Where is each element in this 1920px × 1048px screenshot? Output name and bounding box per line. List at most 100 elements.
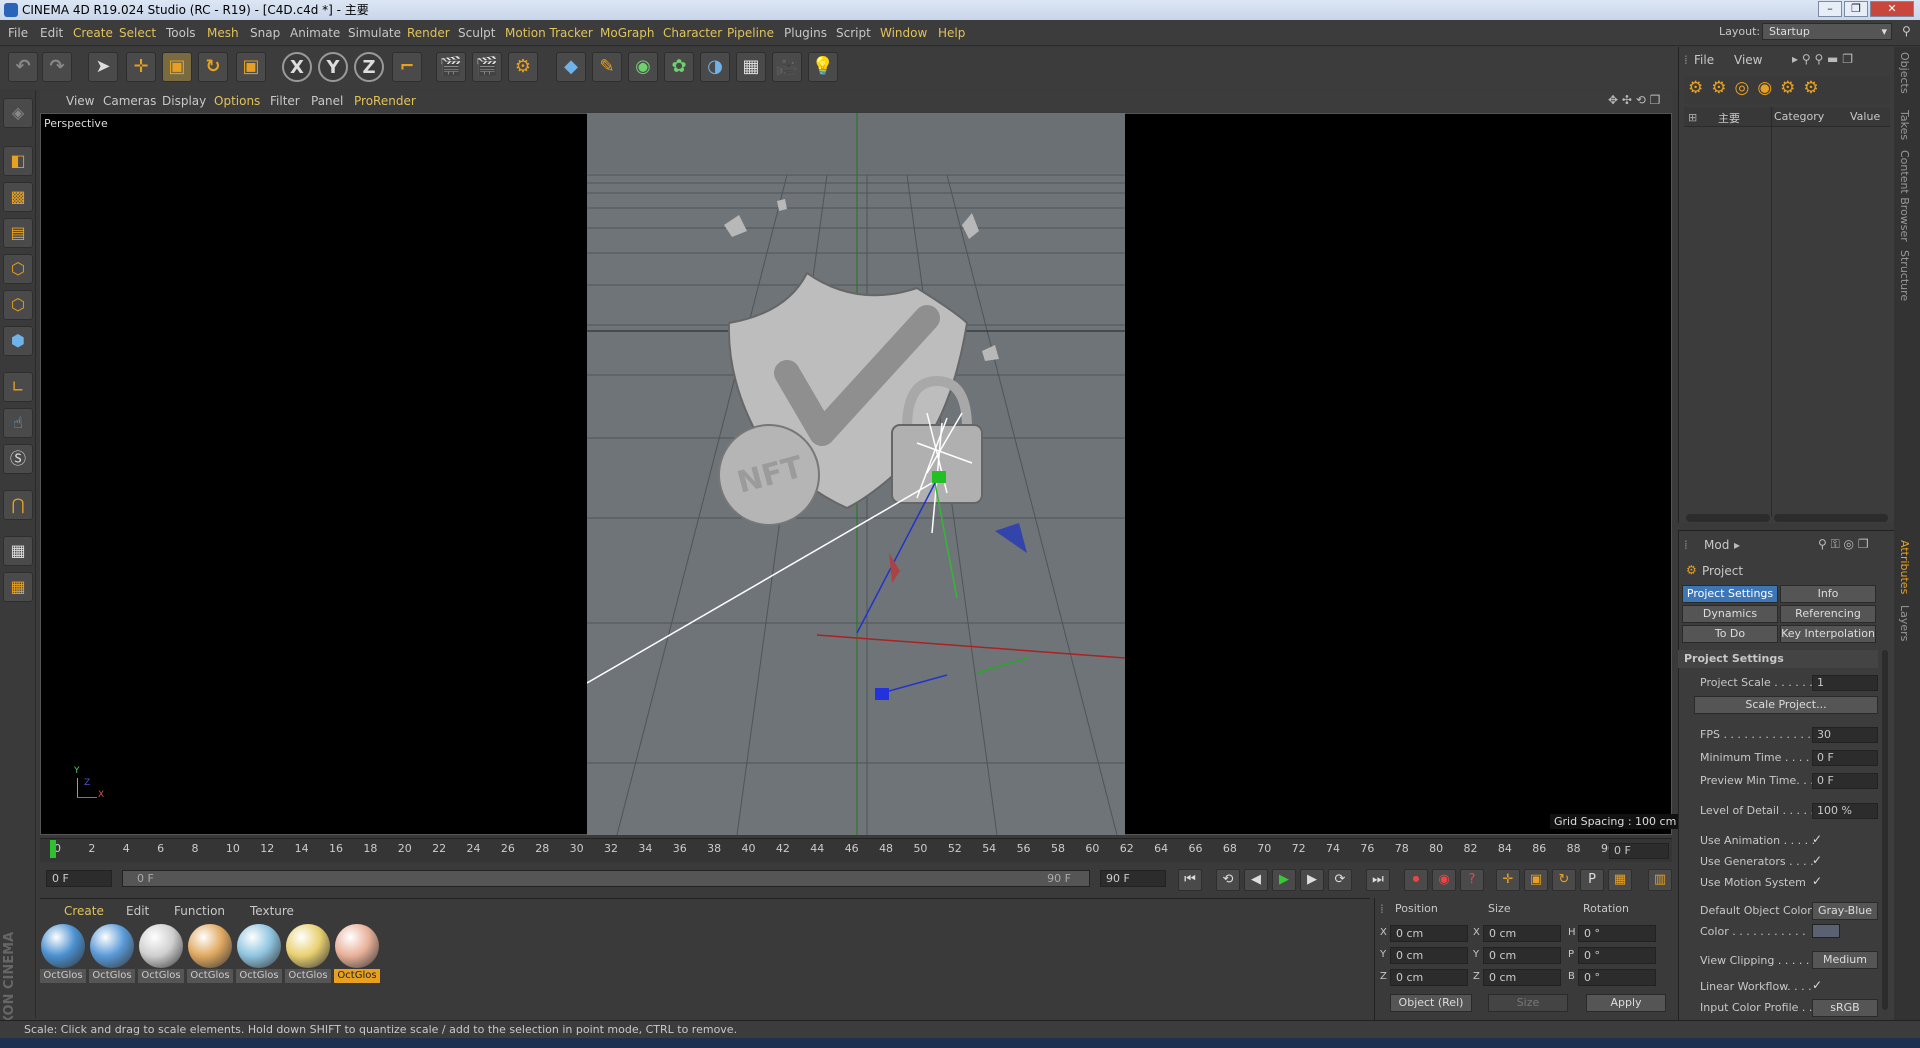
right-tab-takes[interactable]: Takes	[1898, 110, 1911, 140]
menu-character[interactable]: Character	[663, 26, 722, 40]
timeline-window-icon[interactable]: ▥	[1648, 869, 1672, 891]
scene-render-area[interactable]: NFT	[587, 113, 1125, 835]
fps-field[interactable]: 30	[1812, 727, 1878, 743]
menu-script[interactable]: Script	[836, 26, 871, 40]
menu-window[interactable]: Window	[880, 26, 927, 40]
use-motion-checkbox[interactable]: ✓	[1812, 874, 1822, 888]
menu-file[interactable]: File	[8, 26, 28, 40]
obj-menu-view[interactable]: View	[1734, 53, 1762, 67]
go-to-end-icon[interactable]: ⏭	[1366, 869, 1390, 891]
menu-help[interactable]: Help	[938, 26, 965, 40]
coord-rot-field[interactable]: 0 °	[1578, 969, 1656, 986]
mograph-cloner-icon[interactable]: ✿	[664, 52, 694, 82]
redo-icon[interactable]: ↷	[42, 52, 72, 82]
material-menu-texture[interactable]: Texture	[250, 904, 294, 918]
viewport-menu-options[interactable]: Options	[214, 94, 260, 108]
coord-mode-dropdown[interactable]: Object (Rel)	[1390, 994, 1472, 1012]
search-icon[interactable]: ⚲	[1902, 24, 1911, 38]
coord-size-field[interactable]: 0 cm	[1483, 947, 1561, 964]
lod-field[interactable]: 100 %	[1812, 803, 1878, 819]
material-swatch[interactable]: OctGlos	[285, 924, 331, 984]
preview-min-field[interactable]: 0 F	[1812, 773, 1878, 789]
recent-tool-icon[interactable]: ▣	[236, 52, 266, 82]
key-rotation-icon[interactable]: ↻	[1552, 869, 1576, 891]
rotate-tool-icon[interactable]: ↻	[198, 52, 228, 82]
scale-project-button[interactable]: Scale Project...	[1694, 696, 1878, 714]
menu-select[interactable]: Select	[119, 26, 156, 40]
end-frame-field[interactable]: 90 F	[1100, 870, 1166, 887]
coord-rot-field[interactable]: 0 °	[1578, 947, 1656, 964]
material-swatch[interactable]: OctGlos	[334, 924, 380, 984]
viewport-menu-display[interactable]: Display	[162, 94, 206, 108]
viewport-menu-view[interactable]: View	[66, 94, 94, 108]
previous-key-icon[interactable]: ⟲	[1216, 869, 1240, 891]
key-scale-icon[interactable]: ▣	[1524, 869, 1548, 891]
material-swatch[interactable]: OctGlos	[40, 924, 86, 984]
axis-mode-icon[interactable]: ∟	[3, 372, 33, 402]
tweak-mode-icon[interactable]: ☝	[3, 408, 33, 438]
minimize-button[interactable]: –	[1818, 1, 1842, 17]
use-animation-checkbox[interactable]: ✓	[1812, 832, 1822, 846]
coord-pos-field[interactable]: 0 cm	[1390, 969, 1468, 986]
edges-mode-icon[interactable]: ⬡	[3, 290, 33, 320]
input-color-profile-dropdown[interactable]: sRGB	[1812, 999, 1878, 1017]
texture-mode-icon[interactable]: ▩	[3, 182, 33, 212]
viewport-menu-panel[interactable]: Panel	[311, 94, 343, 108]
material-menu-create[interactable]: Create	[64, 904, 104, 918]
snap-icon[interactable]: Ⓢ	[3, 444, 33, 474]
play-forward-icon[interactable]: ▶	[1272, 869, 1296, 891]
right-tab-content-browser[interactable]: Content Browser	[1898, 150, 1911, 242]
coord-size-field[interactable]: 0 cm	[1483, 969, 1561, 986]
record-keys-icon[interactable]: ⏺	[1404, 869, 1428, 891]
cube-object-icon[interactable]: ◆	[556, 52, 586, 82]
viewport-menu-prorender[interactable]: ProRender	[354, 94, 416, 108]
apply-button[interactable]: Apply	[1586, 994, 1666, 1012]
menu-pipeline[interactable]: Pipeline	[727, 26, 774, 40]
coord-size-field[interactable]: 0 cm	[1483, 925, 1561, 942]
render-settings-icon[interactable]: ⚙	[508, 52, 538, 82]
linear-workflow-checkbox[interactable]: ✓	[1812, 978, 1822, 992]
next-key-icon[interactable]: ⟳	[1328, 869, 1352, 891]
undo-icon[interactable]: ↶	[8, 52, 38, 82]
polygons-mode-icon[interactable]: ⬢	[3, 326, 33, 356]
view-clipping-dropdown[interactable]: Medium	[1812, 951, 1878, 969]
menu-animate[interactable]: Animate	[290, 26, 340, 40]
default-color-dropdown[interactable]: Gray-Blue	[1812, 902, 1878, 920]
select-cursor-icon[interactable]: ➤	[88, 52, 118, 82]
right-tab-objects[interactable]: Objects	[1898, 52, 1911, 94]
menu-motion-tracker[interactable]: Motion Tracker	[505, 26, 593, 40]
floor-icon[interactable]: ▦	[736, 52, 766, 82]
obj-root-label[interactable]: 主要	[1718, 110, 1740, 126]
go-to-start-icon[interactable]: ⏮	[1178, 869, 1202, 891]
menu-edit[interactable]: Edit	[40, 26, 63, 40]
coord-size-dropdown[interactable]: Size	[1488, 994, 1568, 1012]
camera-icon[interactable]: 🎥	[772, 52, 802, 82]
menu-mograph[interactable]: MoGraph	[600, 26, 655, 40]
deformer-icon[interactable]: ◑	[700, 52, 730, 82]
z-handle[interactable]	[995, 523, 1027, 553]
x-axis-lock-icon[interactable]: X	[282, 52, 312, 82]
preview-range-slider[interactable]: 0 F 90 F	[122, 870, 1090, 887]
key-position-icon[interactable]: ✛	[1496, 869, 1520, 891]
material-menu-edit[interactable]: Edit	[126, 904, 149, 918]
workplane-mode-icon[interactable]: ▤	[3, 218, 33, 248]
attr-tab-key-interpolation[interactable]: Key Interpolation	[1780, 625, 1876, 643]
x-handle[interactable]	[889, 553, 900, 583]
right-tab-layers[interactable]: Layers	[1898, 605, 1911, 641]
render-picture-viewer-icon[interactable]: 🎬	[472, 52, 502, 82]
coord-pos-field[interactable]: 0 cm	[1390, 925, 1468, 942]
min-time-field[interactable]: 0 F	[1812, 750, 1878, 766]
attr-tab-to-do[interactable]: To Do	[1682, 625, 1778, 643]
playhead-marker[interactable]	[50, 840, 56, 858]
scale-tool-icon[interactable]: ▣	[162, 52, 192, 82]
obj-toolbar-icons[interactable]: ⚙⚙◎◉⚙⚙	[1688, 78, 1827, 98]
render-view-icon[interactable]: 🎬	[436, 52, 466, 82]
attr-v-scrollbar[interactable]	[1882, 650, 1888, 1010]
menu-plugins[interactable]: Plugins	[784, 26, 827, 40]
model-mode-icon[interactable]: ◧	[3, 146, 33, 176]
material-swatch[interactable]: OctGlos	[89, 924, 135, 984]
blue-cube-handle[interactable]	[875, 688, 889, 700]
obj-h-scrollbar-right[interactable]	[1774, 514, 1888, 522]
timeline-ruler[interactable]: 0 2 4 6 8 10 12 14 16 18 20 22 24 26 28 30 32 34 36 38 40 42 4…	[40, 838, 1672, 862]
coord-rot-field[interactable]: 0 °	[1578, 925, 1656, 942]
